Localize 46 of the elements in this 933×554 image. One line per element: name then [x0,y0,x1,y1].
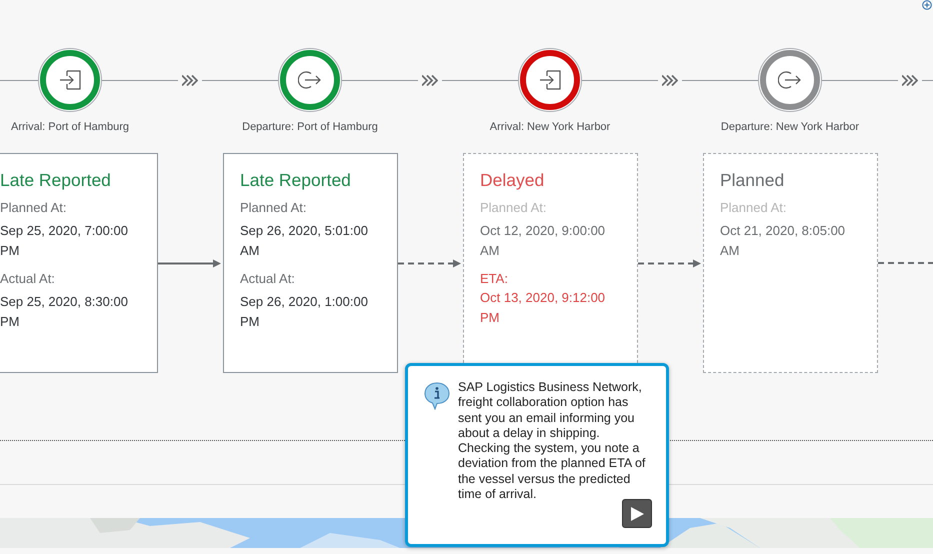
connector-arrow [638,258,701,268]
event-card[interactable]: Planned Planned At: Oct 21, 2020, 8:05:00 AM [703,153,878,373]
callout-text: SAP Logistics Business Network, freight collaboration option has sent you an email informing you about a delay in shipping. Checking the system, you note a deviation from the planned ETA of the vessel versus the predicted time of arrival. [458,380,646,502]
event-status: Late Reported [240,170,352,191]
sign-in-icon [59,70,81,90]
play-button[interactable] [622,499,652,528]
event-status: Late Reported [0,170,112,191]
status-ring-icon[interactable] [40,50,100,110]
field-value: Oct 12, 2020, 9:00:00 AM [480,222,606,260]
connector-arrow [398,258,461,268]
field-label: Planned At: [480,200,548,215]
field-value: Sep 26, 2020, 5:01:00 AM [240,222,369,260]
zoom-in-icon[interactable] [922,0,932,10]
status-ring-icon[interactable] [520,50,580,110]
field-label: Actual At: [0,271,56,286]
connector-line [878,261,933,265]
field-value: Sep 25, 2020, 7:00:00 PM [0,222,129,260]
event-status: Delayed [480,170,546,191]
play-icon [630,506,644,520]
status-ring-icon[interactable] [280,50,340,110]
field-label: Planned At: [720,200,788,215]
stop-label: Departure: Port of Hamburg [242,121,378,133]
info-bubble-icon [424,382,450,410]
field-value: Sep 25, 2020, 8:30:00 PM [0,293,129,331]
field-value: Sep 26, 2020, 1:00:00 PM [240,293,369,331]
sign-in-icon [539,70,561,90]
connector-arrow [158,258,221,268]
exit-arrow-icon [778,70,802,90]
event-card[interactable]: Late Reported Planned At: Sep 25, 2020, 7:00:00 PM Actual At: Sep 25, 2020, 8:30:00 PM [0,153,158,373]
event-card[interactable]: Late Reported Planned At: Sep 26, 2020, 5:01:00 AM Actual At: Sep 26, 2020, 1:00:00 PM [223,153,398,373]
stop-label: Departure: New York Harbor [720,121,860,133]
chevrons-icon [422,74,438,86]
exit-arrow-icon [298,70,322,90]
field-value: Oct 13, 2020, 9:12:00 PM [480,289,606,327]
field-value: Oct 21, 2020, 8:05:00 AM [720,222,846,260]
field-label: Actual At: [240,271,296,286]
status-ring-icon[interactable] [760,50,820,110]
stop-label: Arrival: Port of Hamburg [11,121,129,133]
chevrons-icon [662,74,678,86]
chevrons-icon [182,74,198,86]
field-label: Planned At: [0,200,68,215]
chevrons-icon [902,74,918,86]
field-label: Planned At: [240,200,308,215]
field-label: ETA: [480,271,509,286]
stop-label: Arrival: New York Harbor [490,121,610,133]
event-status: Planned [720,170,786,191]
